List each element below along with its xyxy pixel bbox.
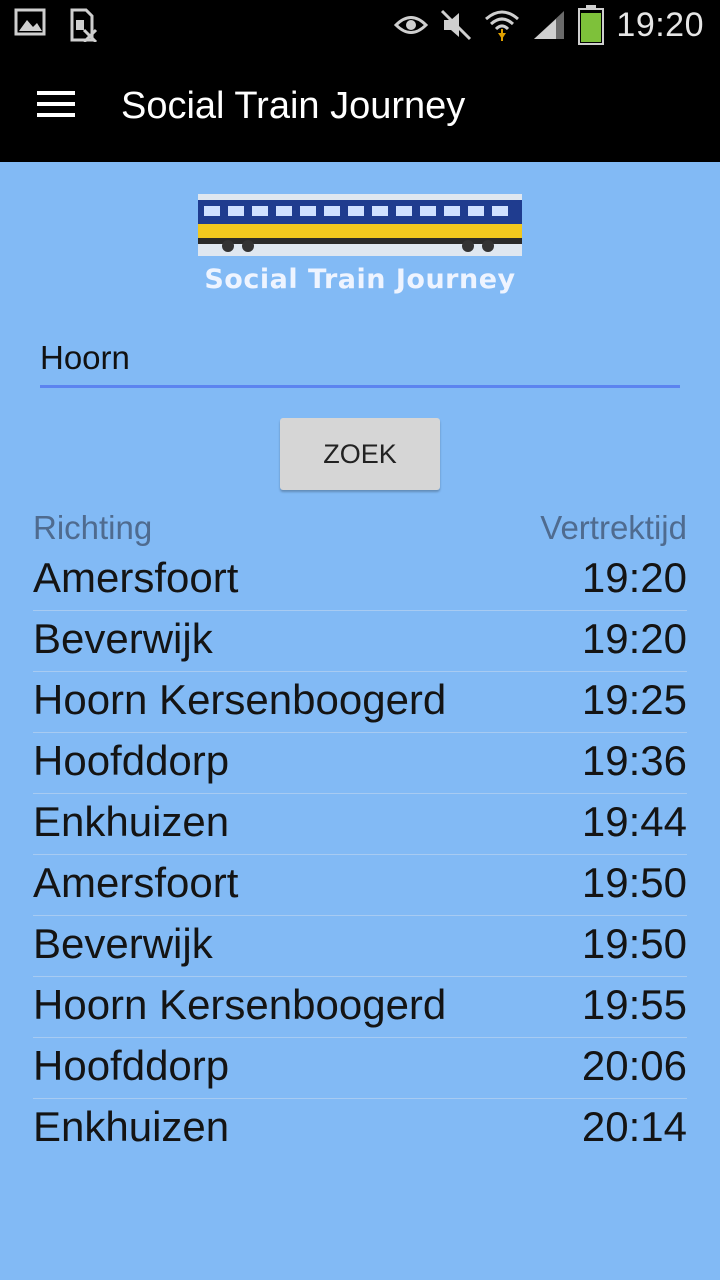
station-search-input[interactable]: [40, 334, 680, 388]
row-departure-time: 19:44: [581, 798, 687, 845]
row-direction: Enkhuizen: [33, 1103, 230, 1150]
app-logo: Social Train Journey: [198, 194, 522, 306]
row-departure-time: 20:06: [581, 1042, 687, 1089]
table-row[interactable]: Hoofddorp 19:36: [33, 733, 687, 794]
train-icon: [198, 194, 522, 256]
logo-text: Social Train Journey: [204, 264, 516, 295]
menu-button[interactable]: [24, 78, 88, 134]
row-direction: Beverwijk: [33, 615, 213, 662]
wifi-icon: [484, 7, 520, 43]
row-departure-time: 19:50: [581, 920, 687, 967]
sim-off-icon: [68, 8, 98, 42]
table-row[interactable]: Enkhuizen 20:14: [33, 1099, 687, 1160]
app-bar: Social Train Journey: [0, 50, 720, 162]
row-direction: Hoofddorp: [33, 737, 230, 784]
search-button[interactable]: ZOEK: [280, 418, 440, 490]
hamburger-menu-icon: [37, 90, 75, 122]
table-header: Richting Vertrektijd: [33, 505, 687, 550]
clock: 19:20: [616, 5, 704, 44]
row-direction: Amersfoort: [33, 859, 239, 906]
table-row[interactable]: Enkhuizen 19:44: [33, 794, 687, 855]
row-departure-time: 19:20: [581, 615, 687, 662]
row-direction: Enkhuizen: [33, 798, 230, 845]
departure-list: Amersfoort 19:20 Beverwijk 19:20 Hoorn Kerse…: [33, 550, 687, 1160]
table-row[interactable]: Hoorn Kersenboogerd 19:55: [33, 977, 687, 1038]
eye-icon: [394, 14, 429, 36]
row-direction: Amersfoort: [33, 554, 239, 601]
table-row[interactable]: Hoorn Kersenboogerd 19:25: [33, 672, 687, 733]
table-row[interactable]: Amersfoort 19:20: [33, 550, 687, 611]
mute-icon: [440, 9, 472, 41]
row-direction: Hoofddorp: [33, 1042, 230, 1089]
table-row[interactable]: Beverwijk 19:20: [33, 611, 687, 672]
row-departure-time: 19:50: [581, 859, 687, 906]
table-row[interactable]: Beverwijk 19:50: [33, 916, 687, 977]
app-title: Social Train Journey: [121, 85, 466, 127]
signal-icon: [532, 9, 566, 41]
status-bar: 19:20: [0, 0, 720, 50]
row-departure-time: 19:55: [581, 981, 687, 1028]
row-departure-time: 20:14: [581, 1103, 687, 1150]
row-direction: Hoorn Kersenboogerd: [33, 676, 447, 723]
gallery-icon: [14, 8, 46, 42]
table-row[interactable]: Amersfoort 19:50: [33, 855, 687, 916]
departures-table: Richting Vertrektijd Amersfoort 19:20 Beve…: [33, 505, 687, 1160]
battery-icon: [578, 5, 605, 45]
row-departure-time: 19:25: [581, 676, 687, 723]
row-direction: Hoorn Kersenboogerd: [33, 981, 447, 1028]
row-direction: Beverwijk: [33, 920, 213, 967]
header-direction: Richting: [33, 509, 153, 546]
table-row[interactable]: Hoofddorp 20:06: [33, 1038, 687, 1099]
row-departure-time: 19:36: [581, 737, 687, 784]
header-departure-time: Vertrektijd: [540, 509, 687, 546]
row-departure-time: 19:20: [581, 554, 687, 601]
